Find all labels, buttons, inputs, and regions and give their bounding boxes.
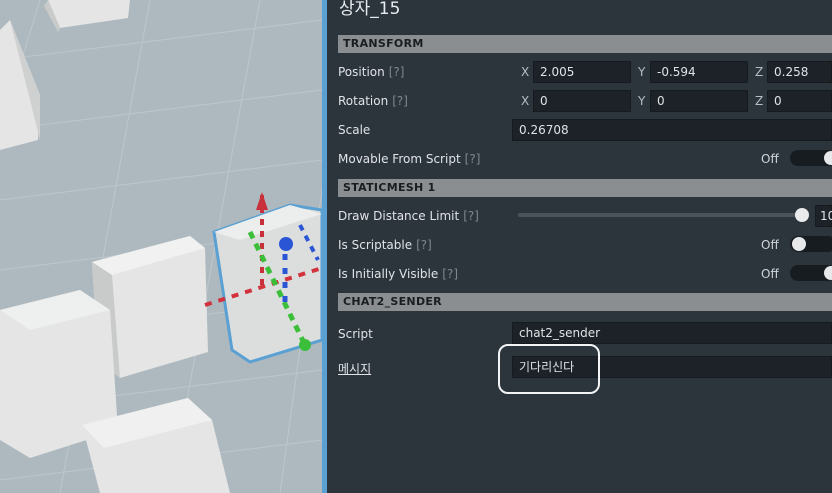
draw-distance-help-icon[interactable]: [?]: [463, 209, 479, 223]
position-help-icon[interactable]: [?]: [389, 65, 405, 79]
movable-help-icon[interactable]: [?]: [465, 152, 481, 166]
cube-left-1: [0, 20, 40, 150]
position-y-input[interactable]: -0.594: [650, 61, 748, 83]
is-scriptable-help-icon[interactable]: [?]: [416, 238, 432, 252]
scene-viewport[interactable]: [0, 0, 322, 493]
is-visible-label-text: Is Initially Visible: [338, 267, 439, 281]
script-label: Script: [338, 327, 373, 341]
rotation-x-label: X: [521, 94, 530, 108]
draw-distance-label: Draw Distance Limit [?]: [338, 209, 479, 223]
rotation-x-input[interactable]: 0: [533, 90, 631, 112]
position-z-input[interactable]: 0.258: [767, 61, 832, 83]
draw-distance-label-text: Draw Distance Limit: [338, 209, 460, 223]
section-header-staticmesh[interactable]: STATICMESH 1: [338, 179, 832, 197]
scale-input[interactable]: 0.26708: [512, 119, 832, 141]
position-z-label: Z: [755, 65, 764, 79]
message-label: 메시지: [338, 362, 372, 376]
is-visible-toggle[interactable]: [790, 265, 832, 281]
movable-label-text: Movable From Script: [338, 152, 461, 166]
rotation-label-text: Rotation: [338, 94, 389, 108]
is-scriptable-state: Off: [761, 238, 779, 252]
rotation-help-icon[interactable]: [?]: [392, 94, 408, 108]
scene-canvas[interactable]: [0, 0, 322, 493]
is-visible-help-icon[interactable]: [?]: [442, 267, 458, 281]
is-visible-state: Off: [761, 267, 779, 281]
inspector-panel: 상자_15 TRANSFORM Position [?] X 2.005 Y -0…: [327, 0, 832, 493]
rotation-label: Rotation [?]: [338, 94, 408, 108]
position-x-label: X: [521, 65, 530, 79]
script-input[interactable]: chat2_sender: [512, 322, 832, 344]
draw-distance-input[interactable]: 10: [815, 205, 832, 227]
position-y-label: Y: [638, 65, 646, 79]
is-scriptable-toggle[interactable]: [790, 236, 832, 252]
draw-distance-slider[interactable]: [518, 213, 802, 217]
is-scriptable-label: Is Scriptable [?]: [338, 238, 432, 252]
draw-distance-slider-knob[interactable]: [795, 208, 809, 222]
position-label-text: Position: [338, 65, 385, 79]
movable-toggle-knob: [824, 151, 832, 165]
is-scriptable-label-text: Is Scriptable: [338, 238, 413, 252]
movable-state: Off: [761, 152, 779, 166]
message-highlight-box: [498, 344, 600, 394]
section-header-chat-sender[interactable]: CHAT2_SENDER: [338, 293, 832, 311]
movable-label: Movable From Script [?]: [338, 152, 480, 166]
rotation-z-input[interactable]: 0: [767, 90, 832, 112]
position-label: Position [?]: [338, 65, 404, 79]
cube-top: [44, 0, 130, 32]
rotation-y-input[interactable]: 0: [650, 90, 748, 112]
section-header-transform[interactable]: TRANSFORM: [338, 35, 832, 53]
rotation-z-label: Z: [755, 94, 764, 108]
rotation-y-label: Y: [638, 94, 646, 108]
is-visible-label: Is Initially Visible [?]: [338, 267, 458, 281]
position-x-input[interactable]: 2.005: [533, 61, 631, 83]
is-scriptable-toggle-knob: [792, 237, 806, 251]
movable-toggle[interactable]: [790, 150, 832, 166]
selected-cube[interactable]: [212, 203, 322, 364]
object-title: 상자_15: [339, 0, 401, 19]
scale-label: Scale: [338, 123, 371, 137]
is-visible-toggle-knob: [824, 266, 832, 280]
